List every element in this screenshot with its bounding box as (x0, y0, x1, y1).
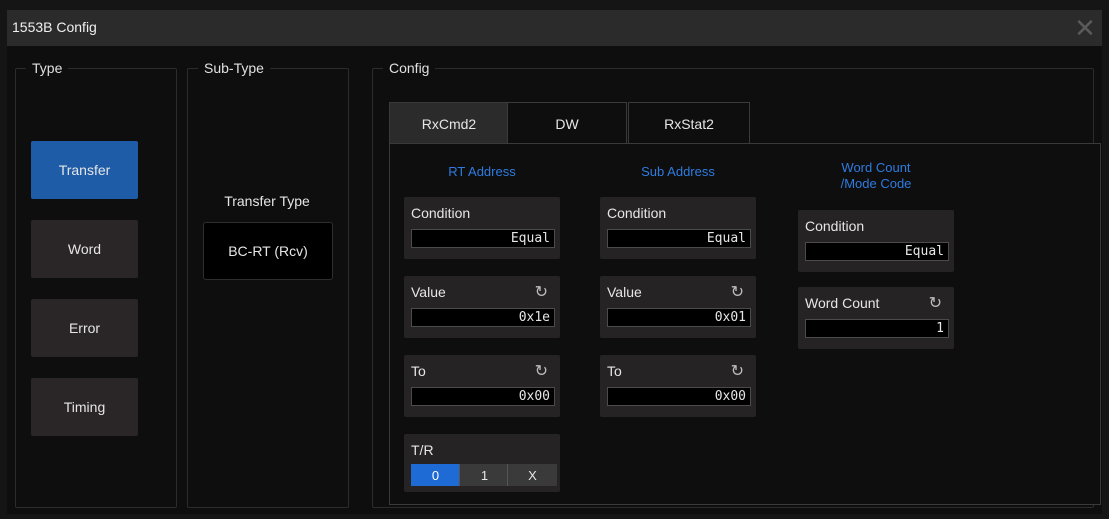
close-icon[interactable]: ✕ (1070, 13, 1100, 43)
wc-condition-field[interactable]: Condition Equal (798, 210, 954, 272)
subtype-group: Sub-Type (187, 60, 349, 508)
sub-to-label: To (607, 363, 622, 379)
sub-condition-label: Condition (607, 205, 667, 221)
type-word-button[interactable]: Word (31, 220, 138, 278)
rt-to-field[interactable]: To ↻ 0x00 (404, 355, 560, 417)
rt-value-input[interactable]: 0x1e (411, 308, 555, 327)
tr-field: T/R 0 1 X (404, 434, 560, 492)
tr-option-1[interactable]: 1 (459, 464, 509, 486)
tab-rxcmd2[interactable]: RxCmd2 (389, 102, 509, 145)
word-count-header-line2: /Mode Code (840, 176, 912, 191)
sub-value-input[interactable]: 0x01 (607, 308, 751, 327)
reset-icon[interactable]: ↻ (731, 361, 744, 381)
sub-value-label: Value (607, 284, 642, 300)
reset-icon[interactable]: ↻ (535, 282, 548, 302)
wc-count-label: Word Count (805, 295, 880, 311)
sub-to-input[interactable]: 0x00 (607, 387, 751, 406)
wc-condition-value[interactable]: Equal (805, 242, 949, 261)
subtype-group-label: Sub-Type (198, 60, 270, 76)
type-group-label: Type (26, 60, 69, 76)
rt-value-label: Value (411, 284, 446, 300)
window-title: 1553B Config (12, 19, 97, 35)
config-group-label: Config (383, 60, 436, 76)
tr-option-0[interactable]: 0 (411, 464, 460, 486)
title-bar: 1553B Config ✕ (7, 10, 1102, 47)
sub-value-field[interactable]: Value ↻ 0x01 (600, 276, 756, 338)
tr-label: T/R (411, 442, 434, 458)
sub-condition-value[interactable]: Equal (607, 229, 751, 248)
tr-option-x[interactable]: X (507, 464, 557, 486)
rt-condition-field[interactable]: Condition Equal (404, 197, 560, 259)
rt-address-header: RT Address (448, 164, 516, 179)
tab-rxstat2[interactable]: RxStat2 (628, 102, 750, 145)
word-count-header-line1: Word Count (841, 160, 911, 175)
tab-dw[interactable]: DW (507, 102, 627, 145)
sub-condition-field[interactable]: Condition Equal (600, 197, 756, 259)
type-error-button[interactable]: Error (31, 299, 138, 357)
wc-count-field[interactable]: Word Count ↻ 1 (798, 287, 954, 349)
wc-count-input[interactable]: 1 (805, 319, 949, 338)
reset-icon[interactable]: ↻ (929, 293, 942, 313)
rt-condition-value[interactable]: Equal (411, 229, 555, 248)
type-transfer-button[interactable]: Transfer (31, 141, 138, 199)
rt-to-input[interactable]: 0x00 (411, 387, 555, 406)
reset-icon[interactable]: ↻ (731, 282, 744, 302)
sub-to-field[interactable]: To ↻ 0x00 (600, 355, 756, 417)
transfer-type-label: Transfer Type (224, 193, 310, 209)
transfer-type-select[interactable]: BC-RT (Rcv) (203, 222, 333, 280)
sub-address-header: Sub Address (641, 164, 715, 179)
config-panel: RT Address Condition Equal Value ↻ 0x1e … (389, 143, 1101, 505)
word-count-header: Word Count /Mode Code (798, 160, 954, 192)
rt-to-label: To (411, 363, 426, 379)
reset-icon[interactable]: ↻ (535, 361, 548, 381)
rt-value-field[interactable]: Value ↻ 0x1e (404, 276, 560, 338)
type-timing-button[interactable]: Timing (31, 378, 138, 436)
wc-condition-label: Condition (805, 218, 865, 234)
type-group: Type (15, 60, 177, 508)
rt-condition-label: Condition (411, 205, 471, 221)
